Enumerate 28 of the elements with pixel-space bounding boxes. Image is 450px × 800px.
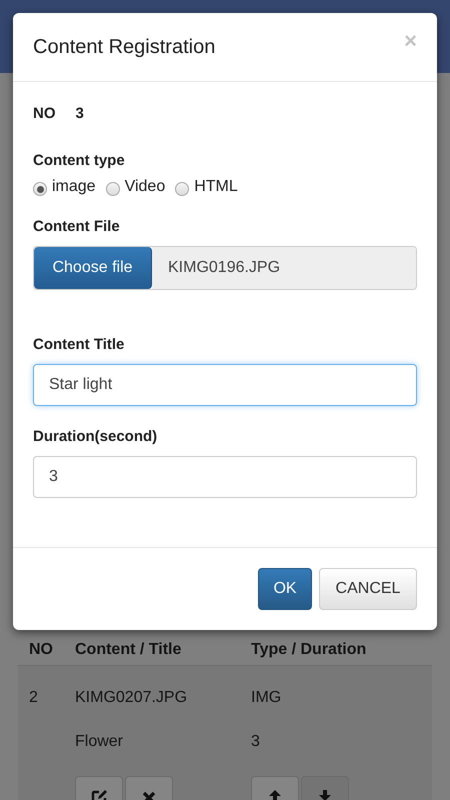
radio-label[interactable]: HTML [194, 178, 238, 196]
column-header: Content / Title [75, 641, 182, 659]
field-label: NO [33, 104, 56, 122]
table-cell-text: 2 [28, 689, 39, 707]
field-label: Duration(second) [33, 428, 158, 445]
radio-button[interactable] [175, 182, 190, 196]
column-header: NO [28, 641, 54, 659]
radio-label[interactable]: image [52, 178, 96, 196]
radio-button[interactable] [106, 182, 120, 196]
file-field[interactable]: Choose file KIMG0196.JPG [33, 246, 417, 290]
table-cell-text: 3 [251, 733, 261, 751]
field-label: Content type [33, 152, 125, 169]
duration-field[interactable]: 3 [33, 456, 417, 498]
field-label: Content File [33, 218, 120, 235]
title-field[interactable]: Star light [33, 364, 417, 406]
file-name: KIMG0196.JPG [152, 247, 416, 289]
dialog-title: Content Registration [33, 36, 216, 58]
column-header: Type / Duration [251, 641, 368, 659]
choose-file-button[interactable]: Choose file [34, 247, 152, 289]
field-label: Content Title [33, 336, 124, 353]
radio-button[interactable] [33, 182, 47, 196]
table-cell-text: KIMG0207.JPG [75, 689, 188, 707]
table-cell-text: IMG [251, 689, 282, 707]
number-value: 3 [76, 104, 84, 122]
ok-button[interactable]: OK [258, 568, 312, 610]
cancel-button[interactable]: CANCEL [319, 568, 417, 610]
radio-label[interactable]: Video [124, 178, 166, 196]
table-cell-text: Flower [75, 733, 124, 751]
